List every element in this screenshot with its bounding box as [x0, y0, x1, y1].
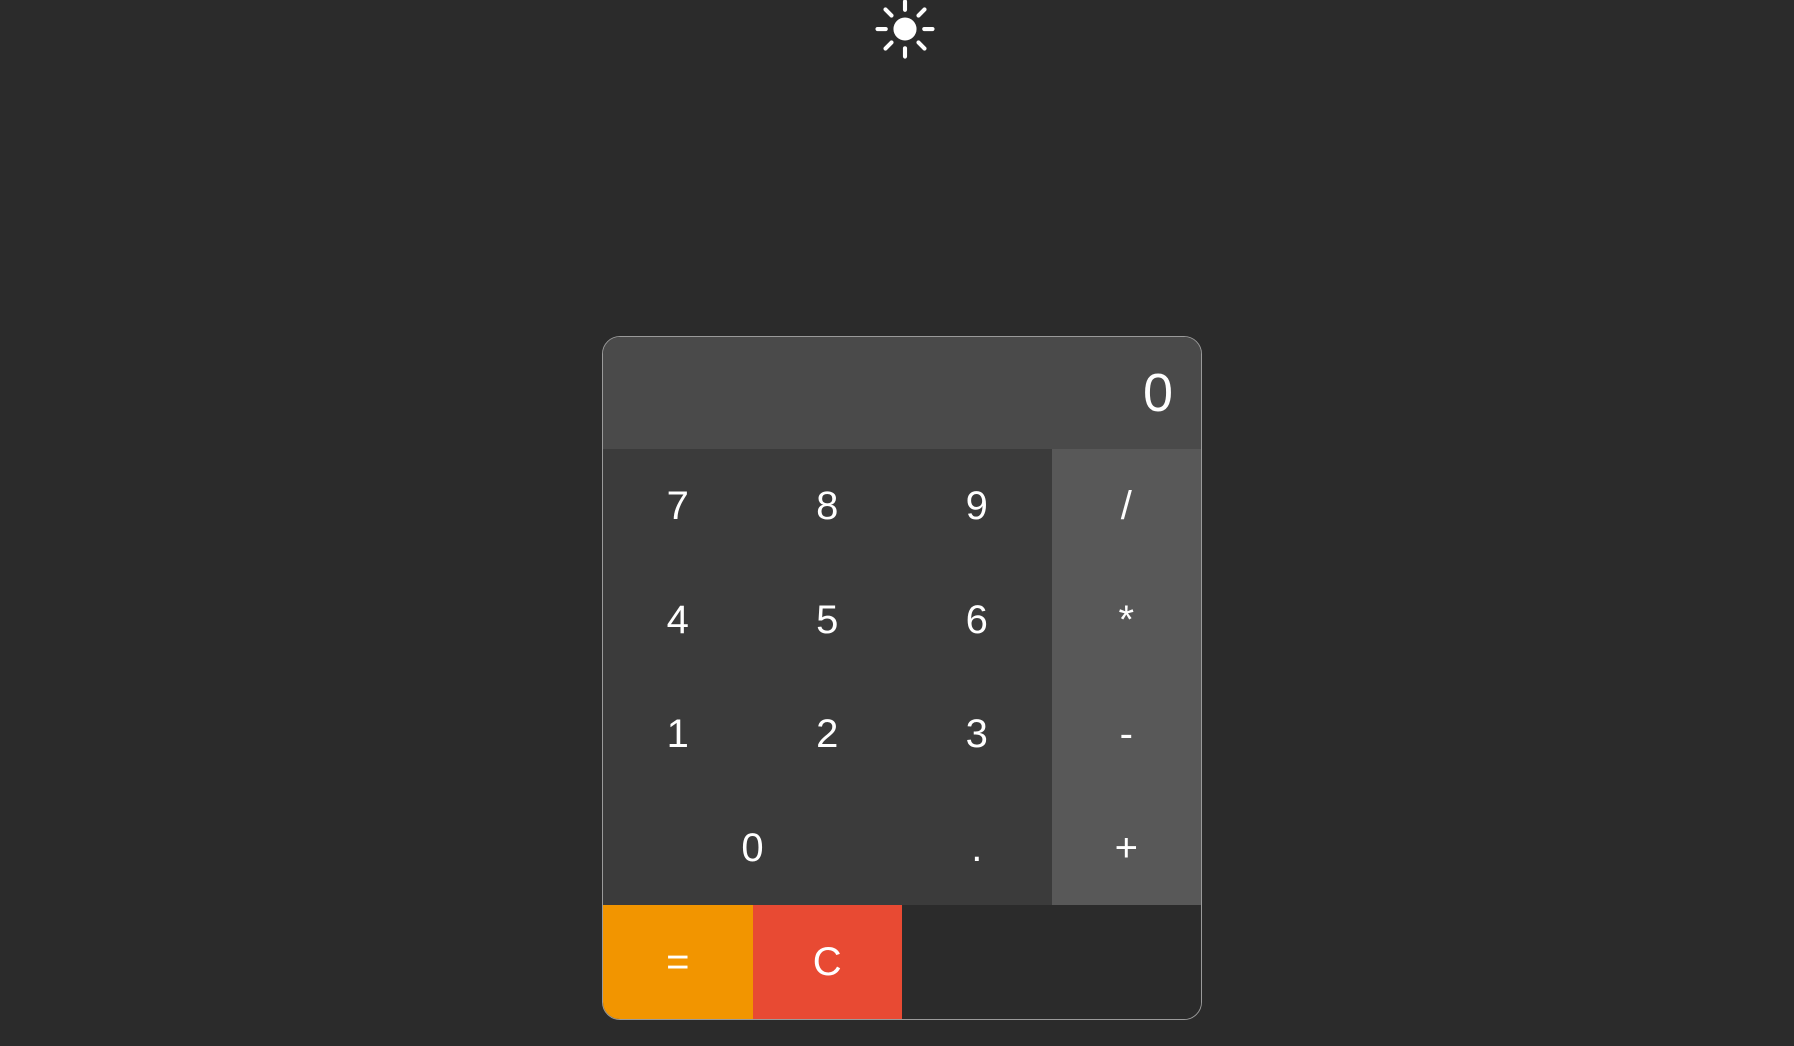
key-9[interactable]: 9 [902, 449, 1052, 563]
key-3[interactable]: 3 [902, 677, 1052, 791]
key-0[interactable]: 0 [603, 791, 902, 905]
key-divide[interactable]: / [1052, 449, 1202, 563]
key-7[interactable]: 7 [603, 449, 753, 563]
keypad: 7 8 9 / 4 5 6 * 1 2 3 - 0 . + = C [603, 449, 1201, 1019]
key-6[interactable]: 6 [902, 563, 1052, 677]
key-5[interactable]: 5 [753, 563, 903, 677]
app-root: 0 7 8 9 / 4 5 6 * 1 2 3 - 0 . + = C [0, 0, 1794, 1046]
key-4[interactable]: 4 [603, 563, 753, 677]
keypad-spacer [902, 905, 1201, 1019]
key-1[interactable]: 1 [603, 677, 753, 791]
key-equals[interactable]: = [603, 905, 753, 1019]
key-2[interactable]: 2 [753, 677, 903, 791]
key-clear[interactable]: C [753, 905, 903, 1019]
sun-icon [872, 0, 938, 62]
calculator-display: 0 [603, 337, 1201, 449]
key-decimal[interactable]: . [902, 791, 1052, 905]
theme-toggle-button[interactable] [870, 0, 940, 64]
key-subtract[interactable]: - [1052, 677, 1202, 791]
key-8[interactable]: 8 [753, 449, 903, 563]
calculator-panel: 0 7 8 9 / 4 5 6 * 1 2 3 - 0 . + = C [602, 336, 1202, 1020]
key-add[interactable]: + [1052, 791, 1202, 905]
key-multiply[interactable]: * [1052, 563, 1202, 677]
